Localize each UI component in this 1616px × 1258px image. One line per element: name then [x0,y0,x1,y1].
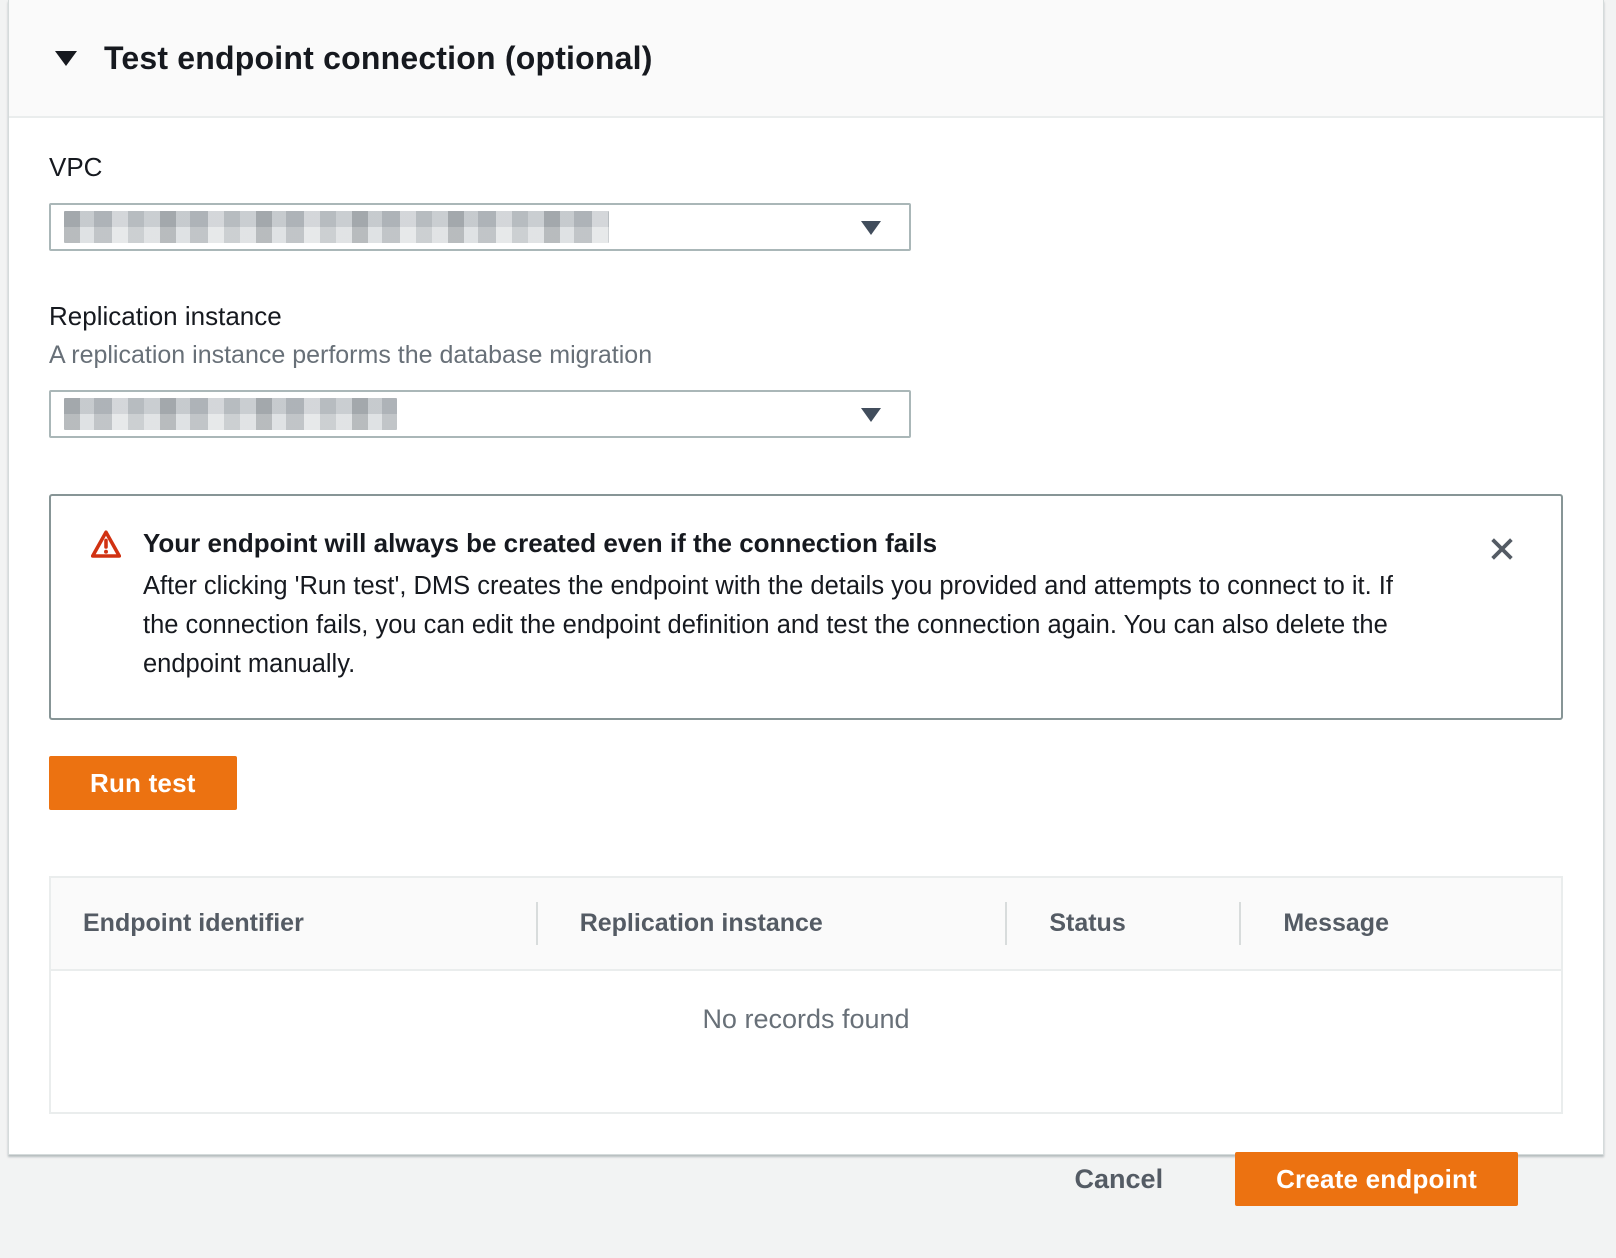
section-content: VPC Replication instance A replication i… [9,118,1603,1154]
vpc-label: VPC [49,152,1563,183]
section-title: Test endpoint connection (optional) [104,40,653,77]
replication-instance-field: Replication instance A replication insta… [49,301,1563,438]
chevron-down-icon [861,408,881,422]
table-header-row: Endpoint identifier Replication instance… [51,878,1561,971]
create-endpoint-button[interactable]: Create endpoint [1235,1152,1518,1206]
column-header-replication-instance: Replication instance [536,878,1006,969]
column-header-status: Status [1005,878,1239,969]
replication-instance-label: Replication instance [49,301,1563,332]
run-test-button[interactable]: Run test [49,756,237,810]
column-header-message: Message [1239,878,1561,969]
close-icon[interactable] [1485,532,1519,566]
vpc-field: VPC [49,152,1563,251]
chevron-down-icon [861,221,881,235]
section-header-toggle[interactable]: Test endpoint connection (optional) [9,0,1603,118]
warning-triangle-icon [91,529,121,559]
cancel-button[interactable]: Cancel [1065,1164,1174,1195]
test-results-table: Endpoint identifier Replication instance… [49,876,1563,1114]
replication-instance-select[interactable] [49,390,911,438]
empty-state-message: No records found [51,971,1561,1112]
replication-instance-description: A replication instance performs the data… [49,341,1563,370]
warning-alert: Your endpoint will always be created eve… [49,494,1563,720]
warning-alert-title: Your endpoint will always be created eve… [143,526,1411,560]
column-header-endpoint-identifier: Endpoint identifier [51,878,536,969]
test-endpoint-connection-panel: Test endpoint connection (optional) VPC … [8,0,1604,1155]
warning-alert-body: After clicking 'Run test', DMS creates t… [143,567,1411,684]
vpc-redacted-value [64,211,609,243]
vpc-select[interactable] [49,203,911,251]
warning-alert-content: Your endpoint will always be created eve… [143,526,1411,684]
form-actions-footer: Cancel Create endpoint [0,1100,1616,1258]
triangle-down-icon [55,51,77,66]
replication-instance-redacted-value [64,398,397,430]
